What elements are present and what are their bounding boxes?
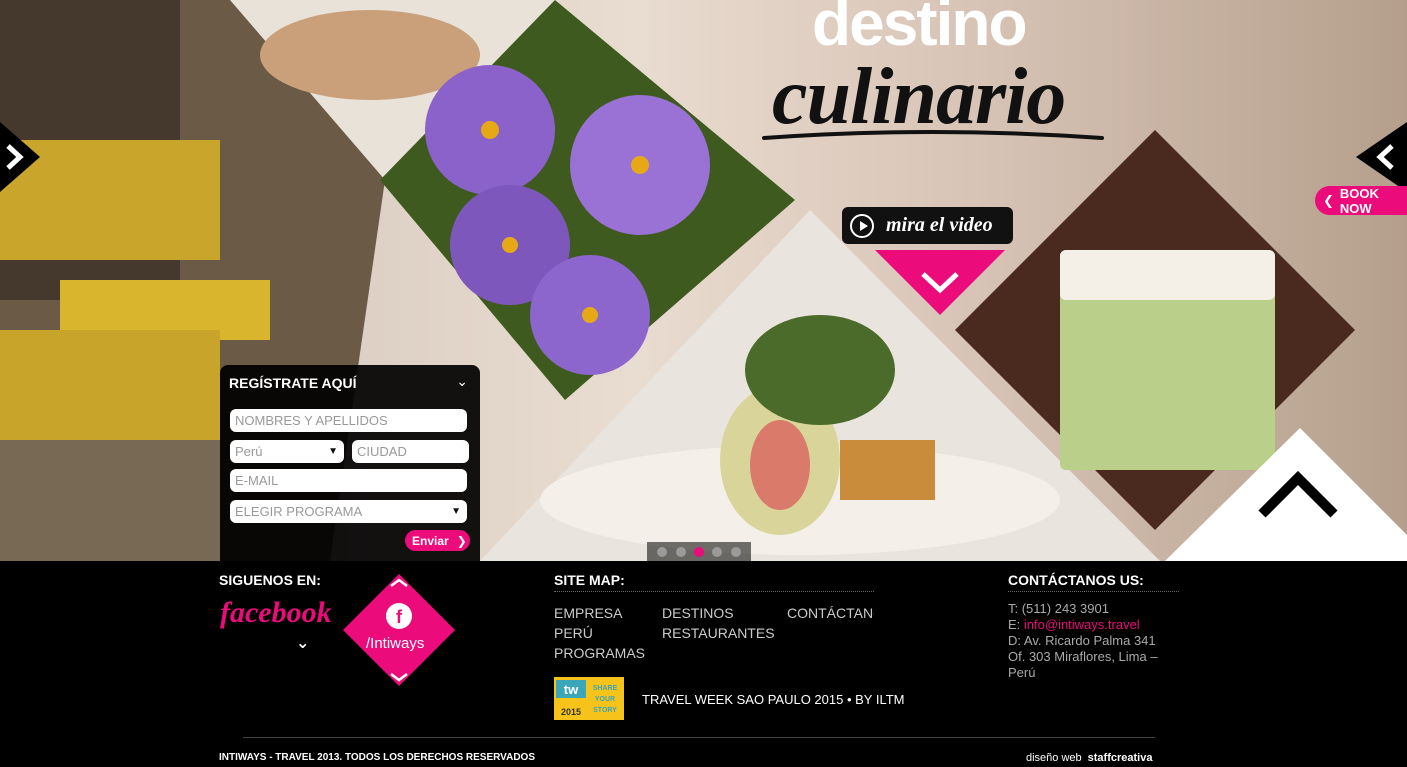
contact-heading: CONTÁCTANOS US: bbox=[1008, 572, 1144, 588]
sitemap-link-contactanos[interactable]: CONTÁCTANOS bbox=[787, 605, 874, 621]
sitemap-link-destinos[interactable]: DESTINOS bbox=[662, 605, 734, 621]
slide-dot-1[interactable] bbox=[657, 546, 668, 557]
watch-video-button[interactable]: mira el video bbox=[842, 207, 1013, 244]
watch-video-label: mira el video bbox=[886, 214, 993, 236]
title-underline bbox=[762, 130, 1104, 140]
register-title: REGÍSTRATE AQUÍ bbox=[229, 375, 357, 391]
contact-email-row: E: info@intiways.travel bbox=[1008, 617, 1158, 633]
next-slide-arrow[interactable] bbox=[1356, 122, 1407, 192]
city-placeholder: CIUDAD bbox=[357, 444, 407, 459]
submit-label: Enviar bbox=[412, 533, 449, 548]
sitemap-divider bbox=[554, 591, 874, 592]
dropdown-arrow-icon: ▼ bbox=[328, 446, 338, 457]
play-icon bbox=[850, 213, 874, 238]
chevron-left-icon: ❮ bbox=[1323, 192, 1334, 208]
program-select[interactable]: ELEGIR PROGRAMA ▼ bbox=[230, 500, 467, 523]
design-credit[interactable]: diseño web staffcreativa bbox=[1026, 752, 1152, 764]
scroll-up-chevron-icon[interactable] bbox=[1258, 468, 1338, 520]
slide-dot-2[interactable] bbox=[675, 546, 686, 557]
facebook-wordmark[interactable]: facebook bbox=[220, 596, 332, 630]
contact-phone: T: (511) 243 3901 bbox=[1008, 601, 1109, 616]
slide-dot-3[interactable] bbox=[693, 546, 704, 557]
name-placeholder: NOMBRES Y APELLIDOS bbox=[235, 413, 388, 428]
copyright-text: INTIWAYS - TRAVEL 2013. TODOS LOS DERECH… bbox=[219, 752, 535, 763]
contact-email-prefix: E: bbox=[1008, 617, 1024, 632]
travel-week-link[interactable]: TRAVEL WEEK SAO PAULO 2015 • BY ILTM bbox=[642, 692, 904, 707]
sitemap-link-empresa[interactable]: EMPRESA bbox=[554, 605, 622, 621]
chevron-down-icon[interactable] bbox=[919, 268, 961, 296]
svg-text:YOUR: YOUR bbox=[595, 696, 615, 703]
facebook-diamond-link[interactable]: f bbox=[343, 574, 455, 686]
facebook-handle[interactable]: /Intiways bbox=[366, 635, 424, 652]
slide-dot-5[interactable] bbox=[730, 546, 741, 557]
credit-brand: staffcreativa bbox=[1087, 752, 1153, 764]
hero-title-destino: destino bbox=[812, 0, 1028, 59]
svg-text:STORY: STORY bbox=[593, 707, 617, 714]
travel-week-logo[interactable]: tw 2015 SHARE YOUR STORY bbox=[554, 677, 624, 720]
hero-collage bbox=[0, 0, 1407, 561]
credit-prefix: diseño web bbox=[1026, 752, 1082, 764]
svg-text:f: f bbox=[396, 607, 403, 627]
chevron-right-icon: ❯ bbox=[456, 533, 467, 548]
svg-text:2015: 2015 bbox=[561, 707, 581, 717]
svg-text:tw: tw bbox=[564, 682, 579, 697]
contact-address-2: Of. 303 Miraflores, Lima – bbox=[1008, 649, 1158, 664]
chevron-down-icon[interactable]: ⌄ bbox=[296, 633, 309, 653]
contact-info: T: (511) 243 3901 E: info@intiways.trave… bbox=[1008, 601, 1158, 681]
footer-divider bbox=[243, 737, 1155, 738]
name-input[interactable]: NOMBRES Y APELLIDOS bbox=[230, 409, 467, 432]
book-now-label: BOOK NOW bbox=[1339, 185, 1379, 216]
contact-divider bbox=[1008, 591, 1179, 592]
sitemap-link-restaurantes[interactable]: RESTAURANTES bbox=[662, 625, 775, 641]
email-input[interactable]: E-MAIL bbox=[230, 469, 467, 492]
sitemap-link-programas[interactable]: PROGRAMAS bbox=[554, 645, 645, 661]
country-select[interactable]: Perú ▼ bbox=[230, 440, 344, 463]
contact-address-3: Perú bbox=[1008, 665, 1036, 680]
social-heading: SIGUENOS EN: bbox=[219, 572, 321, 588]
city-input[interactable]: CIUDAD bbox=[352, 440, 469, 463]
sitemap-link-peru[interactable]: PERÚ bbox=[554, 625, 593, 641]
chevron-down-icon[interactable]: ⌄ bbox=[456, 373, 468, 390]
book-now-button[interactable]: ❮ BOOK NOW bbox=[1315, 185, 1407, 216]
country-value: Perú bbox=[235, 444, 263, 459]
dropdown-arrow-icon: ▼ bbox=[451, 506, 461, 517]
svg-text:SHARE: SHARE bbox=[593, 685, 618, 692]
email-placeholder: E-MAIL bbox=[235, 473, 279, 488]
sitemap-heading: SITE MAP: bbox=[554, 572, 625, 588]
contact-email-link[interactable]: info@intiways.travel bbox=[1024, 617, 1140, 632]
hero-slider: destino culinario mira el video ❮ BOOK N… bbox=[0, 0, 1407, 561]
slide-pager bbox=[647, 542, 751, 561]
slide-dot-4[interactable] bbox=[712, 546, 723, 557]
contact-address-1: D: Av. Ricardo Palma 341 bbox=[1008, 633, 1156, 648]
submit-button[interactable]: Enviar ❯ bbox=[405, 530, 470, 551]
program-placeholder: ELEGIR PROGRAMA bbox=[235, 504, 363, 519]
prev-slide-arrow[interactable] bbox=[0, 122, 40, 192]
